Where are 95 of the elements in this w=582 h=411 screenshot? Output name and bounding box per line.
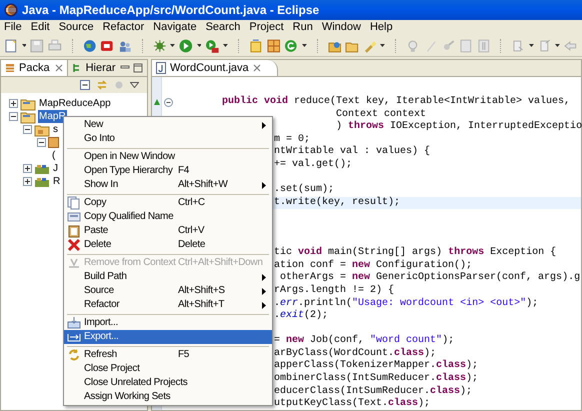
people-icon[interactable] (118, 38, 132, 52)
code-line: rArgs.length != 2) { (274, 284, 394, 298)
code-line: ) throws IOException, InterruptedExceptio (336, 121, 582, 134)
menu-item[interactable]: Navigate (153, 22, 197, 32)
menu-item[interactable]: Refactor (102, 22, 144, 32)
clipboard-icon (67, 224, 81, 238)
menu-item[interactable]: Help (370, 22, 393, 32)
expand-toggle-icon[interactable] (23, 164, 32, 173)
project-icon (20, 96, 36, 110)
menu-item[interactable]: Source (58, 22, 94, 32)
tree-item[interactable]: MapR (38, 110, 67, 123)
menu-item[interactable]: Open Type Hierarchy F4 (64, 164, 272, 178)
menu-item[interactable]: Refactor Alt+Shift+T (64, 298, 272, 312)
code-line: utputKeyClass(Text.class); (274, 398, 430, 411)
menu-item[interactable]: Import... (64, 316, 272, 330)
external-tool-icon[interactable] (205, 38, 220, 52)
remove-context-icon (67, 256, 81, 270)
code-line: public void reduce(Text key, Iterable<IntWritable> values, (222, 96, 570, 109)
menu-item[interactable]: Go Into (64, 132, 272, 146)
import-icon (67, 316, 81, 330)
eclipse-logo-icon (4, 3, 18, 17)
grid-icon[interactable] (266, 38, 280, 52)
expand-toggle-icon[interactable] (9, 99, 18, 108)
globe-icon[interactable] (82, 38, 96, 52)
menu-item[interactable]: Search (206, 22, 240, 32)
maximize-icon[interactable] (133, 63, 143, 73)
view-menu-icon[interactable] (130, 82, 139, 88)
play-icon[interactable] (178, 38, 193, 52)
collapse-toggle-icon[interactable] (23, 125, 32, 134)
tree-item[interactable]: ( (51, 149, 56, 162)
dropdown-arrow-icon[interactable] (22, 44, 26, 47)
menu-item[interactable]: Paste Ctrl+V (64, 224, 272, 238)
code-line: ombinerClass(IntSumReducer.class); (274, 373, 478, 386)
menu-item[interactable]: Open in New Window (64, 150, 272, 164)
menu-item[interactable]: Project (249, 22, 284, 32)
dropdown-arrow-icon[interactable] (302, 44, 307, 47)
collapse-all-icon[interactable] (80, 80, 90, 90)
menu-item[interactable]: New (64, 118, 272, 132)
menu-item[interactable]: File (4, 22, 22, 32)
menu-item[interactable]: Delete Delete (64, 238, 272, 252)
collapse-toggle-icon[interactable] (37, 138, 46, 147)
menu-item[interactable]: Close Project (64, 362, 272, 376)
tree-item[interactable]: MapReduceApp (38, 97, 112, 110)
code-line: m = 0; (274, 134, 310, 146)
menu-item[interactable]: Window (322, 22, 361, 32)
code-line: ntWritable val : values) { (274, 146, 430, 158)
menu-item[interactable]: Show In Alt+Shift+W (64, 178, 272, 192)
editor-tab[interactable]: WordCount.java (152, 60, 278, 76)
source-folder-icon (34, 122, 50, 136)
menu-item[interactable]: Copy Ctrl+C (64, 196, 272, 210)
code-line: apperClass(TokenizerMapper.class); (274, 360, 478, 372)
delete-icon (67, 238, 81, 252)
refresh-icon (67, 348, 81, 362)
tree-item[interactable]: J (52, 162, 59, 175)
tree-item[interactable]: s (52, 123, 59, 136)
menu-item[interactable]: Assign Working Sets (64, 390, 272, 404)
hierarchy-icon (72, 63, 82, 73)
code-line: .exit(2); (274, 310, 328, 323)
dropdown-arrow-icon[interactable] (196, 44, 202, 47)
menu-item[interactable]: Export... (64, 330, 272, 344)
collapse-toggle-icon[interactable] (9, 112, 18, 121)
code-line: educerClass(IntSumReducer.class); (274, 386, 472, 398)
dropdown-arrow-icon[interactable] (170, 44, 175, 47)
code-line: ation conf = new Configuration(); (274, 260, 472, 272)
close-icon[interactable] (54, 64, 63, 72)
code-line: .set(sum); (274, 184, 334, 196)
new-document-icon[interactable] (4, 38, 18, 52)
window-title: Java - MapReduceApp/src/WordCount.java - Eclipse (22, 2, 320, 19)
code-line: Context context (336, 108, 426, 120)
code-line: += val.get(); (274, 158, 352, 172)
code-line: otherArgs = new GenericOptionsParser(conf, args).g (279, 272, 580, 284)
view-tab[interactable]: Packa (1, 60, 68, 76)
menu-item[interactable]: Refresh F5 (64, 348, 272, 362)
code-line: tic void main(String[] args) throws Exception { (274, 247, 556, 260)
dropdown-arrow-icon[interactable] (555, 44, 560, 47)
menu-item[interactable]: Edit (30, 22, 50, 32)
dropdown-arrow-icon[interactable] (380, 44, 386, 47)
expand-toggle-icon[interactable] (23, 177, 32, 186)
menu-item[interactable]: Close Unrelated Projects (64, 376, 272, 390)
code-line: arByClass(WordCount.class); (274, 348, 436, 360)
code-line: t.write(key, result); (274, 196, 400, 210)
code-line: = new Job(conf, "word count"); (274, 335, 454, 348)
close-icon[interactable] (252, 64, 261, 72)
export-icon (67, 332, 81, 342)
dropdown-arrow-icon[interactable] (223, 44, 228, 47)
java-file-icon (156, 62, 166, 74)
dropdown-arrow-icon[interactable] (528, 44, 534, 47)
menu-item[interactable]: Source Alt+Shift+S (64, 284, 272, 298)
menu-item[interactable]: Run (292, 22, 313, 32)
fold-icon[interactable] (164, 98, 173, 107)
tree-item[interactable]: R (52, 175, 62, 188)
project-icon (20, 110, 36, 124)
code-line: .err.println("Usage: wordcount <in> <out>"); (274, 298, 538, 310)
menu-item[interactable]: Build Path (64, 270, 272, 284)
menu-item[interactable]: Copy Qualified Name (64, 210, 272, 224)
